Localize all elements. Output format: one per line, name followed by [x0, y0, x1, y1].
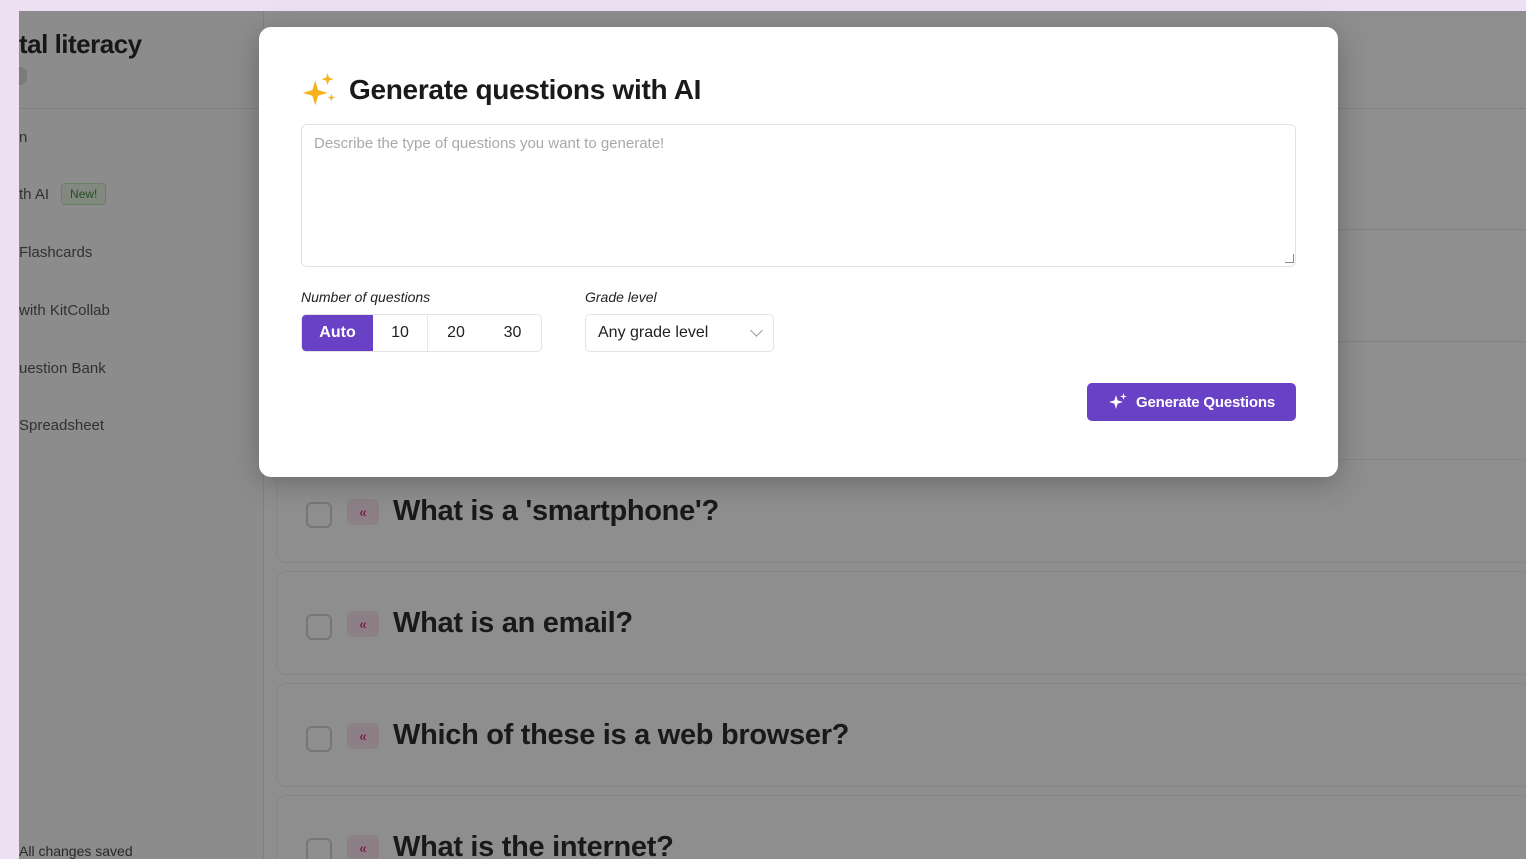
count-option-30[interactable]: 30: [484, 315, 541, 351]
generate-ai-modal: Generate questions with AI Number of que…: [259, 27, 1338, 477]
prompt-textarea[interactable]: [301, 124, 1296, 267]
sparkle-icon: [1109, 393, 1128, 409]
count-option-10[interactable]: 10: [373, 315, 427, 351]
sparkle-icon: [302, 72, 336, 106]
generate-questions-button[interactable]: Generate Questions: [1087, 383, 1296, 421]
question-count-selector: Auto 10 20 30: [301, 314, 542, 352]
resize-handle[interactable]: [1285, 254, 1294, 263]
chevron-down-icon: [750, 324, 763, 337]
modal-title: Generate questions with AI: [349, 74, 702, 105]
modal-header: Generate questions with AI: [301, 71, 701, 109]
count-label: Number of questions: [301, 289, 431, 305]
generate-button-label: Generate Questions: [1136, 393, 1275, 411]
count-option-auto[interactable]: Auto: [302, 315, 373, 351]
grade-label: Grade level: [585, 289, 657, 305]
grade-level-value: Any grade level: [598, 324, 709, 341]
grade-level-select[interactable]: Any grade level: [585, 314, 774, 352]
count-option-20[interactable]: 20: [427, 315, 484, 351]
